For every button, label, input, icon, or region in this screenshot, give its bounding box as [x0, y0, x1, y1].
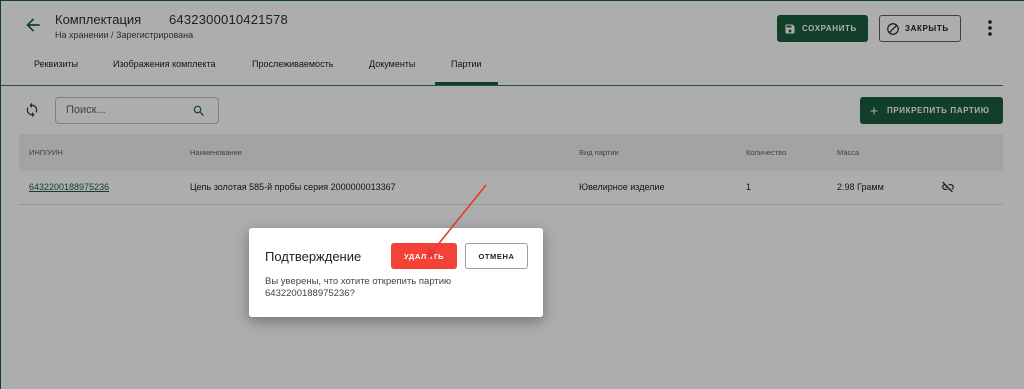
- dialog-title: Подтверждение: [265, 249, 362, 264]
- dialog-message: Вы уверены, что хотите открепить партию …: [265, 276, 452, 299]
- modal-backdrop[interactable]: [0, 0, 1024, 389]
- cancel-button[interactable]: ОТМЕНА: [465, 243, 528, 269]
- confirm-dialog: Подтверждение УДАЛИТЬ ОТМЕНА Вы уверены,…: [249, 228, 543, 317]
- delete-button[interactable]: УДАЛИТЬ: [391, 243, 457, 269]
